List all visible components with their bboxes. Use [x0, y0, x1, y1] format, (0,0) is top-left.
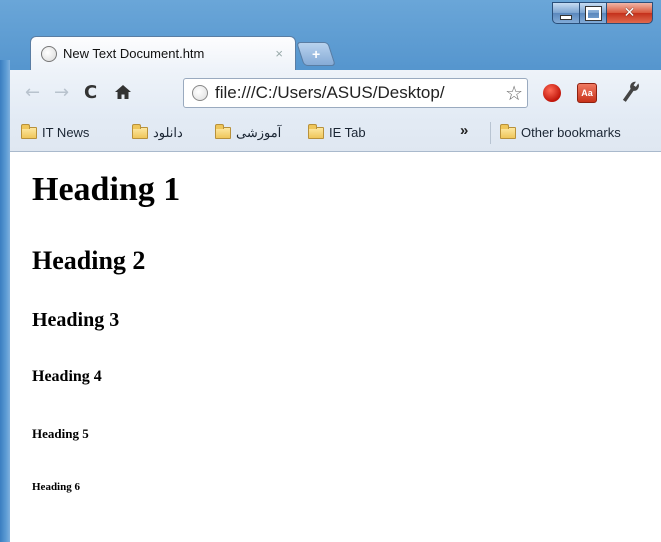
wrench-menu-button[interactable]	[616, 77, 645, 111]
folder-icon	[132, 124, 148, 139]
minimize-icon	[560, 14, 572, 20]
bookmarks-overflow-button[interactable]: »	[460, 122, 468, 139]
wrench-icon	[622, 81, 639, 102]
bookmark-educational[interactable]: آموزشی	[215, 124, 282, 141]
folder-icon	[215, 124, 231, 139]
minimize-button[interactable]	[552, 2, 580, 24]
home-icon	[115, 85, 131, 99]
heading-3: Heading 3	[32, 309, 120, 331]
tab-new-text-document[interactable]: New Text Document.htm ×	[30, 36, 296, 70]
folder-icon	[308, 123, 324, 139]
caption-buttons: ✕	[552, 2, 653, 24]
extension-red-icon[interactable]	[543, 84, 561, 102]
bookmark-label: آموزشی	[236, 125, 282, 140]
page-content: Heading 1 Heading 2 Heading 3 Heading 4 …	[10, 152, 661, 542]
bookmark-label: IT News	[42, 125, 90, 140]
extension-dictionary-icon[interactable]: Aa	[577, 83, 597, 103]
address-input[interactable]: file:///C:/Users/ASUS/Desktop/	[215, 83, 505, 103]
bookmark-label: دانلود	[153, 125, 183, 140]
folder-icon	[500, 123, 516, 139]
other-bookmarks-label: Other bookmarks	[521, 125, 621, 140]
back-button[interactable]: ←	[25, 82, 40, 103]
home-button[interactable]	[113, 82, 133, 107]
maximize-icon	[584, 5, 602, 21]
bookmark-label: IE Tab	[329, 125, 366, 140]
bookmarks-separator	[490, 122, 491, 144]
other-bookmarks[interactable]: Other bookmarks	[500, 123, 621, 140]
forward-button[interactable]: →	[54, 82, 69, 103]
heading-2: Heading 2	[32, 246, 146, 275]
page-info-icon[interactable]	[192, 85, 208, 101]
bookmark-it-news[interactable]: IT News	[21, 123, 90, 140]
close-icon: ✕	[623, 5, 636, 21]
heading-1: Heading 1	[32, 171, 181, 208]
bookmark-ie-tab[interactable]: IE Tab	[308, 123, 366, 140]
heading-6: Heading 6	[32, 481, 80, 493]
bookmarks-bar: IT News دانلود آموزشی IE Tab » Other boo…	[10, 116, 661, 152]
toolbar: ← → C file:///C:/Users/ASUS/Desktop/ ☆ A…	[10, 70, 661, 116]
heading-5: Heading 5	[32, 426, 89, 441]
window-left-edge	[0, 60, 10, 542]
page-favicon-icon	[41, 45, 57, 62]
reload-button[interactable]: C	[84, 82, 97, 103]
close-window-button[interactable]: ✕	[607, 2, 653, 24]
plus-icon: +	[311, 46, 321, 62]
bookmark-star-icon[interactable]: ☆	[505, 81, 523, 106]
maximize-button[interactable]	[580, 2, 607, 24]
address-bar[interactable]: file:///C:/Users/ASUS/Desktop/ ☆	[183, 78, 528, 108]
tab-title: New Text Document.htm	[63, 46, 205, 61]
bookmark-download[interactable]: دانلود	[132, 124, 183, 141]
folder-icon	[21, 123, 37, 139]
heading-4: Heading 4	[32, 368, 102, 385]
tab-close-button[interactable]: ×	[275, 46, 283, 61]
